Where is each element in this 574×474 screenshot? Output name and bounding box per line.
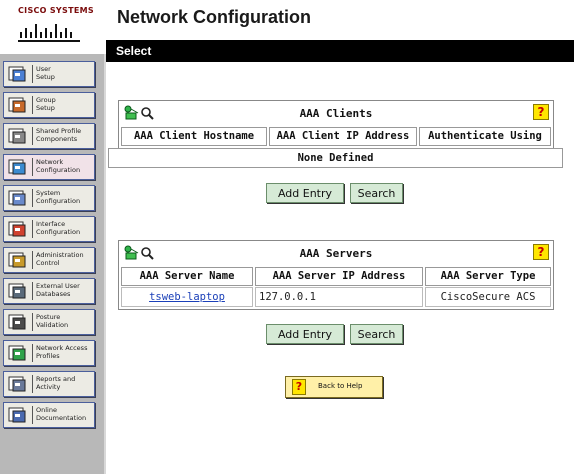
sidebar-item-label: Posture Validation [36, 313, 69, 329]
sidebar-item-label: External User Databases [36, 282, 80, 298]
sidebar-item-label: Group Setup [36, 96, 56, 112]
sidebar-item-external-db[interactable]: External User Databases [3, 278, 95, 304]
cisco-logo: Cisco Systems [0, 0, 104, 54]
help-icon[interactable]: ? [533, 104, 549, 120]
sidebar-item-label: Interface Configuration [36, 220, 81, 236]
sidebar-item-label: Network Configuration [36, 158, 81, 174]
column-header: AAA Server IP Address [255, 267, 423, 286]
sidebar-item-user-setup[interactable]: User Setup [3, 61, 95, 87]
help-icon: ? [292, 379, 306, 395]
aaa-clients-panel: AAA Clients ? AAA Client Hostname AAA Cl… [118, 100, 554, 149]
server-type-cell: CiscoSecure ACS [425, 287, 551, 307]
nav-separator [32, 344, 33, 362]
column-header: AAA Server Type [425, 267, 551, 286]
nav-separator [32, 189, 33, 207]
sidebar-item-shared-profile[interactable]: Shared Profile Components [3, 123, 95, 149]
sidebar-item-nap[interactable]: Network Access Profiles [3, 340, 95, 366]
page-title: Network Configuration [117, 7, 311, 27]
sidebar-item-label: Administration Control [36, 251, 84, 267]
sidebar-item-label: Online Documentation [36, 406, 87, 422]
aaa-servers-panel: AAA Servers ? AAA Server Name AAA Server… [118, 240, 554, 310]
nav-separator [32, 282, 33, 300]
sidebar-nav: User Setup Group Setup Shared Profile Comp… [0, 54, 104, 474]
sidebar-item-posture[interactable]: Posture Validation [3, 309, 95, 335]
sidebar-item-online-doc[interactable]: Online Documentation [3, 402, 95, 428]
nav-separator [32, 65, 33, 83]
sidebar-item-group-setup[interactable]: Group Setup [3, 92, 95, 118]
clients-search-button[interactable]: Search [350, 183, 403, 203]
sidebar-item-reports[interactable]: Reports and Activity [3, 371, 95, 397]
back-to-help-label: Back to Help [318, 382, 363, 390]
aaa-clients-header: AAA Clients ? [119, 101, 553, 125]
sidebar-item-label: Reports and Activity [36, 375, 76, 391]
server-ip-cell: 127.0.0.1 [255, 287, 423, 307]
sidebar-item-label: User Setup [36, 65, 55, 81]
sidebar-item-label: Shared Profile Components [36, 127, 82, 143]
brand-name: Cisco Systems [18, 6, 94, 15]
sidebar-item-label: Network Access Profiles [36, 344, 88, 360]
online-doc-icon [8, 407, 26, 423]
sidebar-item-label: System Configuration [36, 189, 81, 205]
aaa-clients-title: AAA Clients [299, 107, 373, 120]
help-icon[interactable]: ? [533, 244, 549, 260]
nav-separator [32, 313, 33, 331]
nav-separator [32, 375, 33, 393]
nav-separator [32, 158, 33, 176]
sidebar: Cisco Systems User Setup Group Setup Share… [0, 0, 106, 474]
column-header: AAA Client Hostname [121, 127, 267, 146]
section-bar-label: Select [116, 44, 152, 58]
sidebar-item-network-config[interactable]: Network Configuration [3, 154, 95, 180]
column-header: AAA Client IP Address [269, 127, 417, 146]
servers-search-button[interactable]: Search [350, 324, 403, 344]
section-bar: Select [106, 40, 574, 62]
server-name-link[interactable]: tsweb-laptop [149, 291, 225, 303]
empty-state: None Defined [108, 148, 563, 168]
sidebar-item-admin-control[interactable]: Administration Control [3, 247, 95, 273]
nav-separator [32, 251, 33, 269]
cisco-bars-icon [18, 24, 80, 42]
network-config-icon [8, 159, 26, 175]
aaa-servers-title: AAA Servers [299, 247, 373, 260]
nav-separator [32, 220, 33, 238]
external-db-icon [8, 283, 26, 299]
system-config-icon [8, 190, 26, 206]
reports-icon [8, 376, 26, 392]
user-setup-icon [8, 66, 26, 82]
column-header: Authenticate Using [419, 127, 551, 146]
nap-icon [8, 345, 26, 361]
clients-add-entry-button[interactable]: Add Entry [266, 183, 344, 203]
servers-add-entry-button[interactable]: Add Entry [266, 324, 344, 344]
table-row-cell: tsweb-laptop [121, 287, 253, 307]
sidebar-divider [104, 54, 106, 474]
column-header: AAA Server Name [121, 267, 253, 286]
admin-control-icon [8, 252, 26, 268]
sidebar-item-interface-config[interactable]: Interface Configuration [3, 216, 95, 242]
interface-config-icon [8, 221, 26, 237]
back-to-help-button[interactable]: ? Back to Help [285, 376, 383, 398]
nav-separator [32, 96, 33, 114]
group-setup-icon [8, 97, 26, 113]
sidebar-item-system-config[interactable]: System Configuration [3, 185, 95, 211]
shared-profile-icon [8, 128, 26, 144]
posture-icon [8, 314, 26, 330]
aaa-servers-header: AAA Servers ? [119, 241, 553, 265]
nav-separator [32, 127, 33, 145]
nav-separator [32, 406, 33, 424]
